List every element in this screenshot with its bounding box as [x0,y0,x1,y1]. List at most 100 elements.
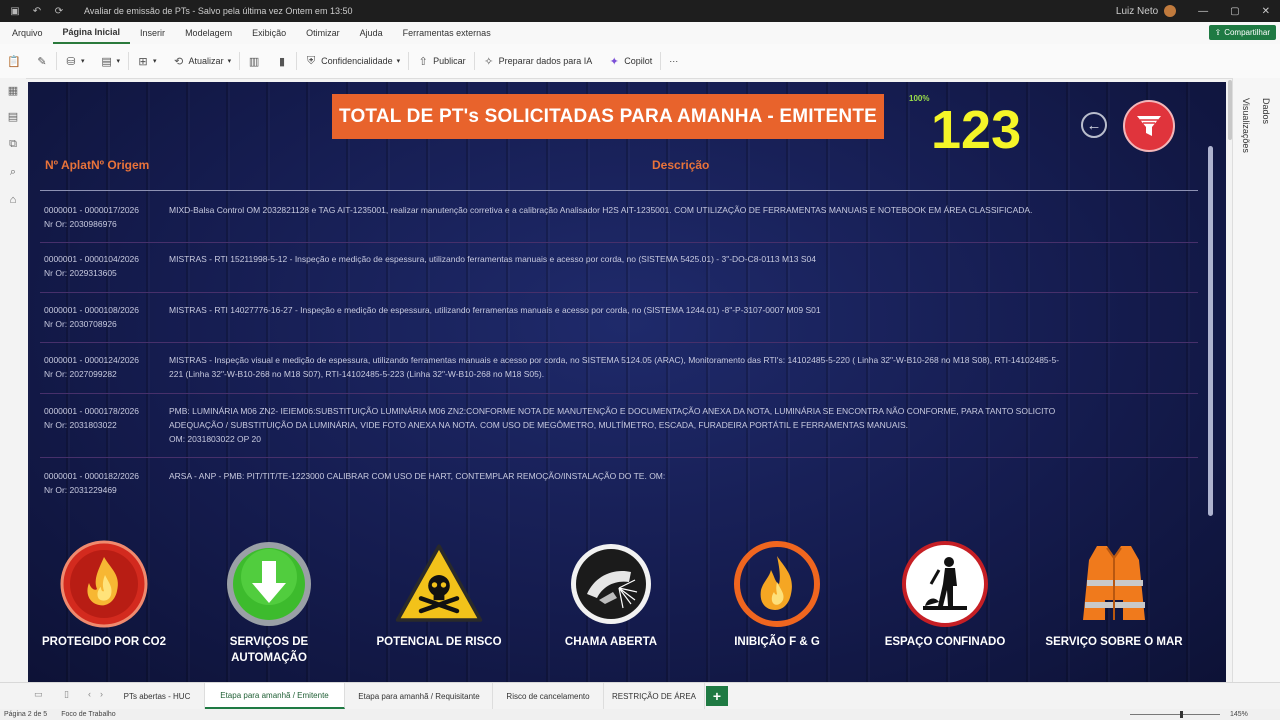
origin-number: 0000001 - 0000108/2026 [44,305,140,315]
close-icon[interactable]: ✕ [1262,6,1270,17]
open-flame-label: CHAMA ABERTA [564,636,658,648]
tab-etapa-emitente[interactable]: Etapa para amanhã / Emitente [205,683,345,709]
confined-space-icon [902,541,988,627]
plus-icon: + [712,688,722,704]
prepare-data-button[interactable]: ✧ Preparar dados para IA [475,44,601,78]
row-divider [40,292,1198,293]
tmdl-view-icon[interactable]: ⌂ [7,194,19,206]
zoom-slider[interactable] [1130,714,1220,715]
redo-icon[interactable]: ⟳ [52,4,66,18]
column-header-origin[interactable]: Nº AplatNº Origem [45,158,149,172]
description-line: MISTRAS - Inspeção visual e medição de e… [169,355,1060,365]
column-header-description[interactable]: Descrição [652,158,709,172]
automation-download-icon [227,542,311,626]
transform-icon: ⊞ [138,55,148,68]
description-line: OM: 2031803022 OP 20 [169,434,261,444]
origin-cell: 0000001 - 0000182/2026 Nr Or: 2031229469 [44,469,162,497]
fg-inhibition-label: INIBIÇÃO F & G [734,636,820,648]
paste-button[interactable]: 📋 [0,44,28,78]
view-mobile-icon[interactable]: ▯ [64,689,69,700]
confined-space-card[interactable]: ESPAÇO CONFINADO [875,538,1015,650]
open-flame-card[interactable]: CHAMA ABERTA [541,538,681,650]
canvas-scrollbar[interactable] [1228,80,1232,140]
row-divider [40,342,1198,343]
menu-exibicao[interactable]: Exibição [242,22,296,44]
confidentiality-button[interactable]: ⛨ Confidencialidade ▾ [297,44,408,78]
offshore-service-card[interactable]: SERVIÇO SOBRE O MAR [1044,538,1184,650]
co2-fire-icon [60,540,148,628]
origin-number: 0000001 - 0000104/2026 [44,254,140,264]
menu-ferramentas-externas[interactable]: Ferramentas externas [393,22,501,44]
row-divider [40,457,1198,458]
user-name: Luiz Neto [1115,5,1159,17]
table-view-icon[interactable]: ▤ [7,110,19,123]
description-line: MISTRAS - RTI 14027776-16-27 - Inspeção … [169,305,821,315]
format-painter-button[interactable]: ✎ [28,44,56,78]
origin-number: 0000001 - 0000124/2026 [44,355,140,365]
order-number: Nr Or: 2031229469 [44,485,117,495]
zoom-level: 145% [1230,711,1248,718]
side-panes: Dados Visualizações [1232,78,1280,682]
more-button[interactable]: ··· [661,44,686,78]
minimize-icon[interactable]: — [1198,6,1208,17]
document-title[interactable]: Avaliar de emissão de PTs - Salvo pela ú… [84,6,352,16]
tab-etapa-requisitante[interactable]: Etapa para amanhã / Requisitante [346,683,493,709]
user-account[interactable]: Luiz Neto [1115,5,1177,17]
co2-protection-card[interactable]: PROTEGIDO POR CO2 [34,538,174,650]
order-number: Nr Or: 2031803022 [44,420,117,430]
tab-risco-cancelamento[interactable]: Risco de cancelamento [493,683,604,709]
update-button[interactable]: ⟲ Atualizar ▾ [165,44,240,78]
report-canvas: TOTAL DE PT's SOLICITADAS PARA AMANHA - … [28,82,1226,682]
fg-inhibition-card[interactable]: INIBIÇÃO F & G [707,538,847,650]
row-divider [40,393,1198,394]
tab-pts-abertas[interactable]: PTs abertas - HUC [110,683,205,709]
menu-pagina-inicial[interactable]: Página Inicial [52,22,131,44]
data-pane-tab[interactable]: Dados [1261,98,1271,124]
model-view-icon[interactable]: ⧉ [7,138,19,150]
textbox-button[interactable]: ▮ [268,44,296,78]
get-data-button[interactable]: ⛁ ▾ [57,44,93,78]
visual-button[interactable]: ▥ [240,44,268,78]
refresh-icon: ⟲ [173,55,184,68]
copilot-icon: ✦ [609,55,619,68]
menu-ajuda[interactable]: Ajuda [350,22,393,44]
confidentiality-label: Confidencialidade [321,56,393,66]
share-button[interactable]: ⇪ Compartilhar [1208,25,1276,40]
dax-query-icon[interactable]: ⌕ [7,166,19,178]
zoom-thumb[interactable] [1180,711,1183,718]
tab-prev-icon[interactable]: ‹ [88,689,91,699]
report-view-icon[interactable]: ▦ [7,84,19,97]
maximize-icon[interactable]: ▢ [1230,6,1239,17]
menu-arquivo[interactable]: Arquivo [0,22,53,44]
filter-button[interactable] [1123,100,1175,152]
filter-icon [1137,116,1161,136]
automation-label: SERVIÇOS DE AUTOMAÇÃO [229,636,309,664]
publish-button[interactable]: ⇧ Publicar [409,44,474,78]
origin-cell: 0000001 - 0000178/2026 Nr Or: 2031803022 [44,404,162,432]
transform-button[interactable]: ⊞ ▾ [129,44,165,78]
brush-icon: ✎ [37,55,47,68]
copilot-button[interactable]: ✦ Copilot [600,44,660,78]
menu-otimizar[interactable]: Otimizar [296,22,350,44]
menu-inserir[interactable]: Inserir [130,22,175,44]
new-page-button[interactable]: ▤ ▾ [93,44,129,78]
add-page-button[interactable]: + [706,686,728,706]
back-button[interactable]: ← [1081,112,1107,138]
publish-icon: ⇧ [418,55,428,68]
save-icon[interactable]: ▣ [8,4,22,18]
database-icon: ⛁ [66,55,76,68]
tab-restricao-area[interactable]: RESTRIÇÃO DE ÁREA [604,683,705,709]
view-normal-icon[interactable]: ▭ [34,689,43,700]
focus-mode[interactable]: Foco de Trabalho [61,711,115,718]
risk-potential-card[interactable]: POTENCIAL DE RISCO [369,538,509,650]
tab-next-icon[interactable]: › [100,689,103,699]
chart-icon: ▥ [248,55,260,68]
origin-number: 0000001 - 0000182/2026 [44,471,140,481]
menu-modelagem[interactable]: Modelagem [175,22,242,44]
description-cell: MIXD-Balsa Control OM 2032821128 e TAG A… [169,203,1194,217]
automation-services-card[interactable]: SERVIÇOS DE AUTOMAÇÃO [199,538,339,666]
visualizations-pane-tab[interactable]: Visualizações [1241,98,1251,153]
undo-icon[interactable]: ↶ [30,4,44,18]
table-scrollbar[interactable] [1208,146,1213,516]
page-indicator: Página 2 de 5 [4,711,48,718]
